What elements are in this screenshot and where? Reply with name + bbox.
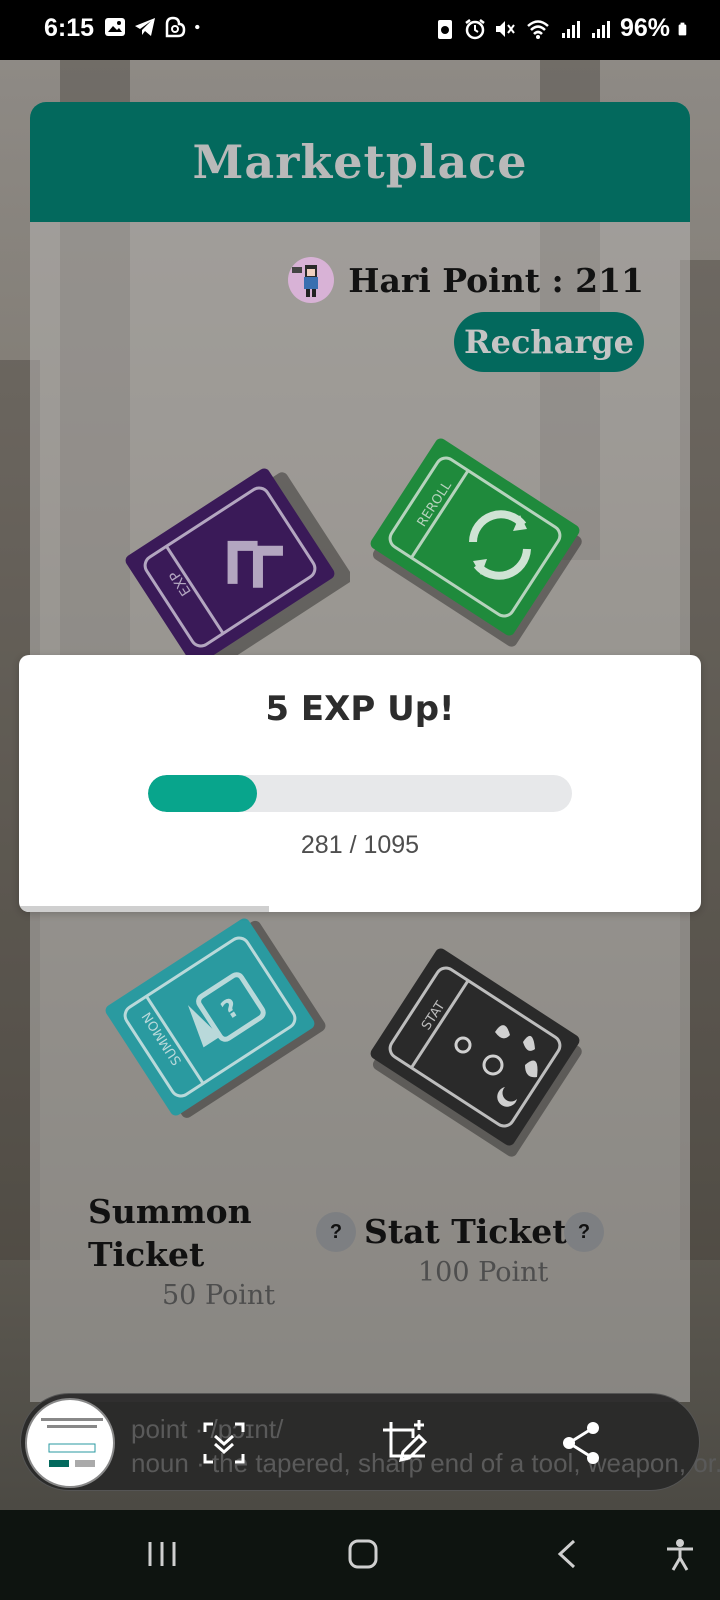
scroll-capture-icon[interactable]: [199, 1418, 249, 1468]
share-icon[interactable]: [557, 1418, 607, 1468]
stat-ticket-icon: STAT: [370, 948, 582, 1157]
navigation-bar: [0, 1510, 720, 1600]
exp-progress-text: 281 / 1095: [300, 831, 420, 859]
summon-ticket-name: Summon Ticket: [88, 1192, 252, 1274]
crop-edit-icon[interactable]: [379, 1418, 429, 1468]
notification-icons: [104, 16, 206, 38]
back-icon[interactable]: [552, 1538, 584, 1570]
summon-ticket[interactable]: SUMMON ?: [90, 907, 330, 1127]
summon-help-button[interactable]: ?: [316, 1212, 356, 1252]
dot-icon: [195, 24, 200, 30]
app-notification-icon: [165, 16, 186, 38]
signal-icon-2: [591, 20, 610, 38]
points-row: Hari Point : 211: [288, 257, 644, 303]
recharge-button[interactable]: Recharge: [454, 312, 644, 372]
page-title: Marketplace: [192, 135, 528, 189]
exp-progress-fill: [148, 775, 257, 812]
exp-progress-bar: [148, 775, 572, 812]
gallery-icon: [105, 18, 125, 36]
exp-ticket-icon: EXP: [125, 468, 350, 670]
mute-icon: [495, 20, 515, 37]
accessibility-icon[interactable]: [664, 1538, 696, 1572]
battery-percent: 96%: [619, 14, 670, 42]
thumbnail-preview-icon: [41, 1418, 103, 1467]
stat-ticket[interactable]: STAT: [355, 937, 595, 1157]
hari-points: Hari Point : 211: [348, 260, 644, 300]
exp-ticket[interactable]: EXP: [110, 457, 350, 677]
reroll-ticket[interactable]: REROLL: [355, 427, 595, 647]
battery-icon: [678, 22, 687, 35]
wifi-icon: [527, 19, 549, 39]
stat-ticket-price: 100 Point: [418, 1257, 549, 1288]
avatar-icon: [292, 265, 319, 297]
signal-icon-1: [561, 20, 580, 38]
recycle-icon: [437, 19, 452, 39]
stat-ticket-name: Stat Ticket: [364, 1212, 568, 1251]
dialog-timer-bar: [19, 906, 269, 912]
screenshot-thumbnail[interactable]: [25, 1398, 115, 1488]
home-icon[interactable]: [347, 1538, 379, 1570]
exp-up-dialog: 5 EXP Up! 281 / 1095: [19, 655, 701, 912]
recents-icon[interactable]: [146, 1538, 178, 1570]
screenshot-toolbar: point · /pɔɪnt/ noun · the tapered, shar…: [20, 1393, 720, 1491]
dialog-title: 5 EXP Up!: [265, 689, 455, 729]
reroll-ticket-icon: REROLL: [370, 438, 582, 647]
avatar[interactable]: [288, 257, 335, 303]
summon-ticket-icon: SUMMON ?: [105, 918, 326, 1118]
telegram-icon: [135, 18, 155, 36]
status-time: 6:15: [44, 14, 95, 42]
system-status: 96%: [434, 14, 692, 43]
alarm-icon: [465, 18, 485, 39]
summon-ticket-price: 50 Point: [162, 1280, 276, 1311]
panel-header: Marketplace: [30, 102, 690, 222]
stat-help-button[interactable]: ?: [564, 1212, 604, 1252]
status-bar: 6:15 96%: [0, 0, 720, 60]
